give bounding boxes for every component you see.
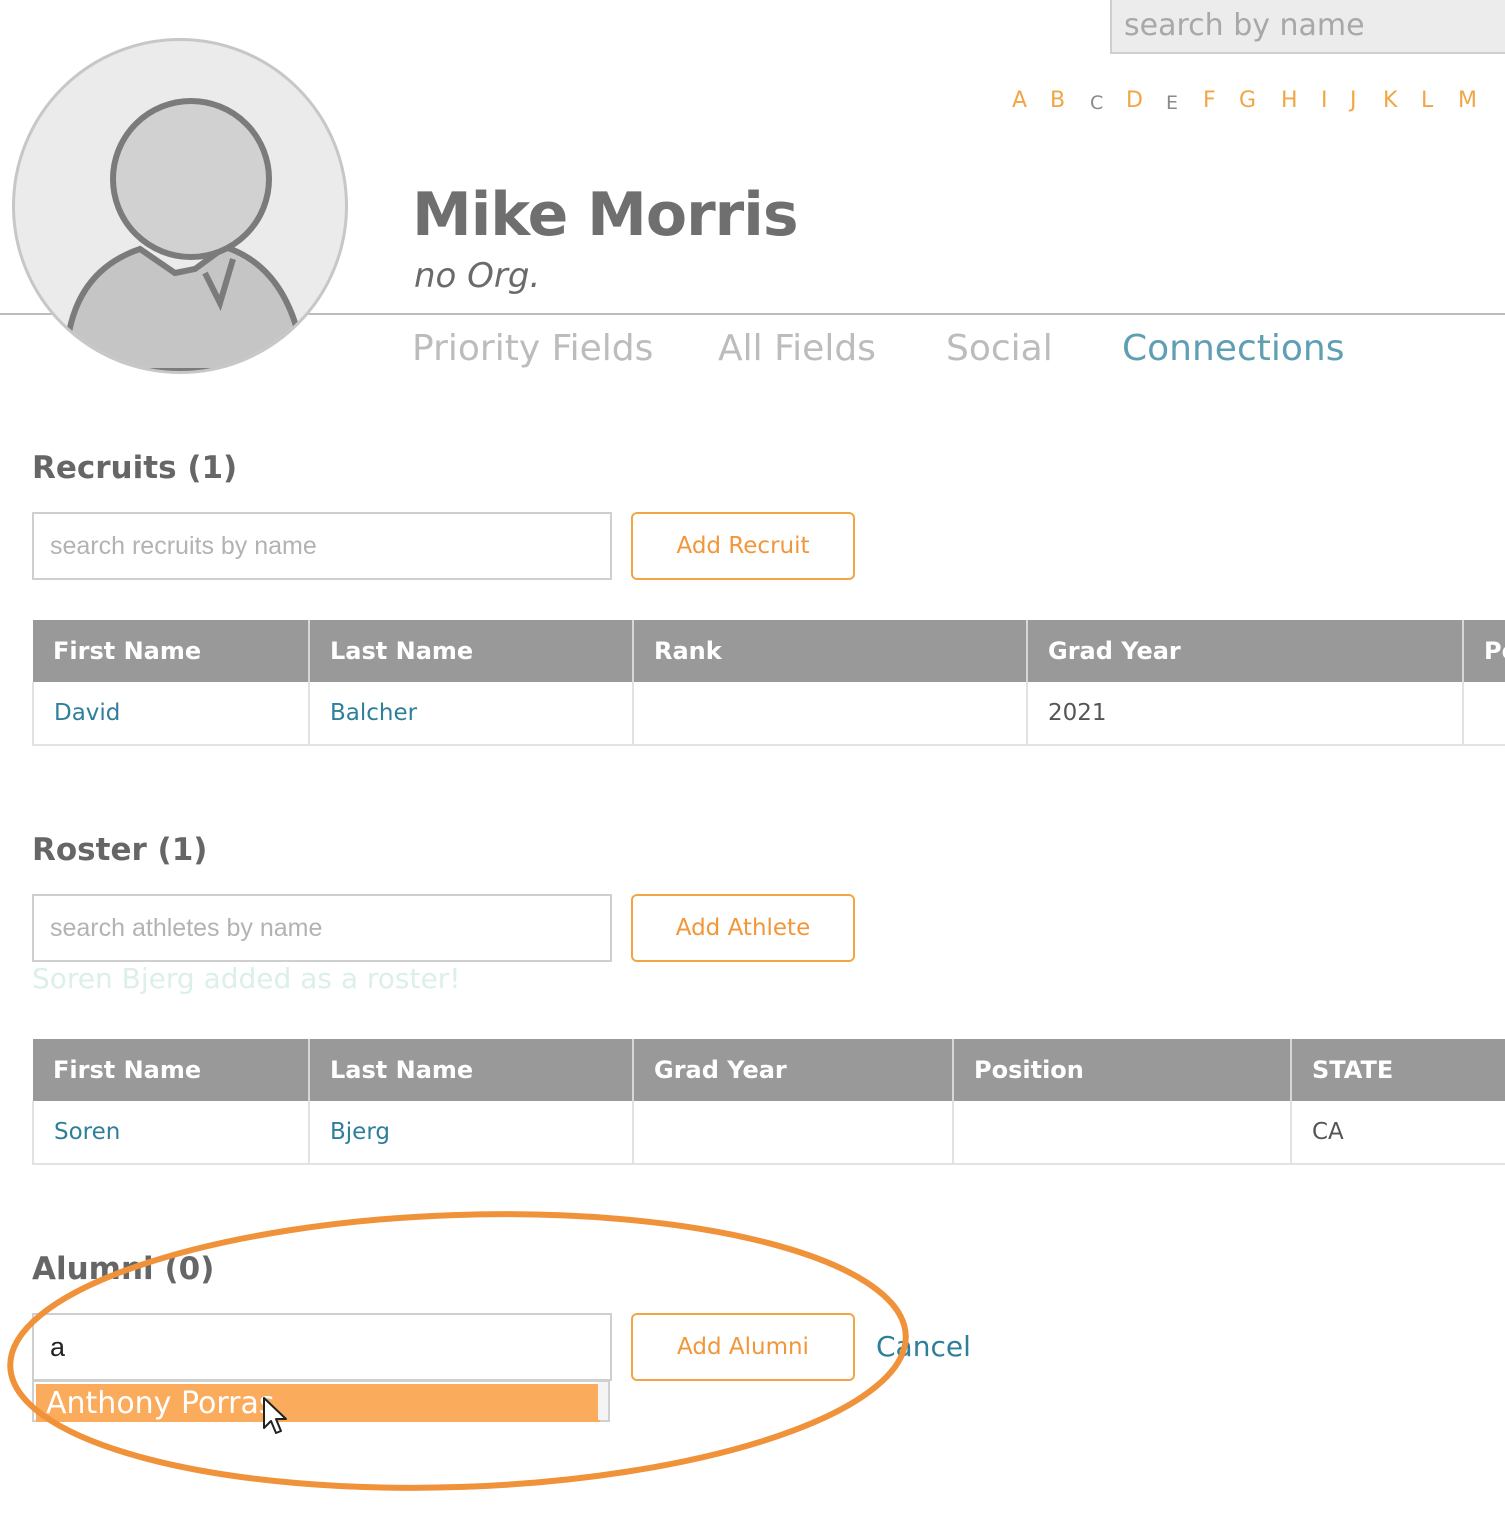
alpha-letter-k[interactable]: K (1383, 88, 1397, 113)
cell-grad-year: 2021 (1027, 682, 1464, 746)
name-search-input[interactable] (1110, 0, 1505, 54)
cell-grad-year (633, 1101, 954, 1165)
col-last-name[interactable]: Last Name (309, 620, 634, 682)
alpha-letter-l[interactable]: L (1421, 88, 1433, 113)
avatar (12, 38, 348, 374)
recruits-table: First Name Last Name Rank Grad Year Po D… (32, 620, 1505, 750)
cancel-link[interactable]: Cancel (876, 1330, 971, 1363)
alumni-title: Alumni (0) (32, 1251, 215, 1287)
profile-name: Mike Morris (412, 180, 799, 250)
alpha-letter-c[interactable]: C (1090, 92, 1103, 114)
dropdown-scrollbar[interactable] (598, 1382, 608, 1420)
cell-position (1463, 682, 1505, 746)
tab-connections[interactable]: Connections (1122, 328, 1344, 369)
col-state[interactable]: STATE (1291, 1039, 1505, 1101)
cell-rank (633, 682, 1028, 746)
alphabet-filter: A B C D E F G H I J K L M (1000, 88, 1500, 124)
table-header-row: First Name Last Name Rank Grad Year Po (33, 620, 1505, 682)
cell-last-name[interactable]: Bjerg (309, 1101, 634, 1165)
cell-first-name[interactable]: David (32, 682, 310, 746)
col-first-name[interactable]: First Name (33, 1039, 310, 1101)
profile-org: no Org. (414, 256, 541, 296)
alpha-letter-a[interactable]: A (1012, 88, 1027, 113)
roster-title: Roster (1) (32, 832, 208, 868)
roster-table: First Name Last Name Grad Year Position … (32, 1039, 1505, 1169)
table-row: David Balcher 2021 (32, 682, 1505, 746)
add-athlete-button[interactable]: Add Athlete (631, 894, 855, 962)
add-recruit-button[interactable]: Add Recruit (631, 512, 855, 580)
col-grad-year[interactable]: Grad Year (633, 1039, 954, 1101)
alpha-letter-i[interactable]: I (1321, 88, 1328, 113)
table-row: Soren Bjerg CA (32, 1101, 1505, 1165)
col-last-name[interactable]: Last Name (309, 1039, 634, 1101)
roster-success-message: Soren Bjerg added as a roster! (32, 962, 461, 995)
col-first-name[interactable]: First Name (33, 620, 310, 682)
alpha-letter-b[interactable]: B (1050, 88, 1065, 113)
tab-social[interactable]: Social (946, 328, 1053, 369)
cell-state: CA (1291, 1101, 1505, 1165)
tab-all-fields[interactable]: All Fields (718, 328, 876, 369)
athlete-search-input[interactable] (32, 894, 612, 962)
table-header-row: First Name Last Name Grad Year Position … (33, 1039, 1505, 1101)
alpha-letter-d[interactable]: D (1126, 88, 1143, 113)
cell-last-name[interactable]: Balcher (309, 682, 634, 746)
alpha-letter-e[interactable]: E (1166, 92, 1178, 114)
recruits-title: Recruits (1) (32, 450, 238, 486)
alumni-search-input[interactable] (32, 1313, 612, 1381)
recruit-search-input[interactable] (32, 512, 612, 580)
col-position[interactable]: Po (1463, 620, 1505, 682)
alpha-letter-h[interactable]: H (1281, 88, 1298, 113)
cell-position (953, 1101, 1292, 1165)
col-grad-year[interactable]: Grad Year (1027, 620, 1464, 682)
col-rank[interactable]: Rank (633, 620, 1028, 682)
tab-priority-fields[interactable]: Priority Fields (412, 328, 653, 369)
mouse-cursor-icon (263, 1397, 287, 1434)
add-alumni-button[interactable]: Add Alumni (631, 1313, 855, 1381)
col-position[interactable]: Position (953, 1039, 1292, 1101)
cell-first-name[interactable]: Soren (32, 1101, 310, 1165)
alpha-letter-j[interactable]: J (1350, 88, 1357, 113)
user-silhouette-icon (64, 98, 303, 371)
alpha-letter-g[interactable]: G (1239, 88, 1256, 113)
alpha-letter-f[interactable]: F (1203, 88, 1216, 113)
autocomplete-option[interactable]: Anthony Porras (36, 1384, 600, 1422)
alpha-letter-m[interactable]: M (1458, 88, 1477, 113)
autocomplete-dropdown: Anthony Porras (32, 1380, 610, 1422)
